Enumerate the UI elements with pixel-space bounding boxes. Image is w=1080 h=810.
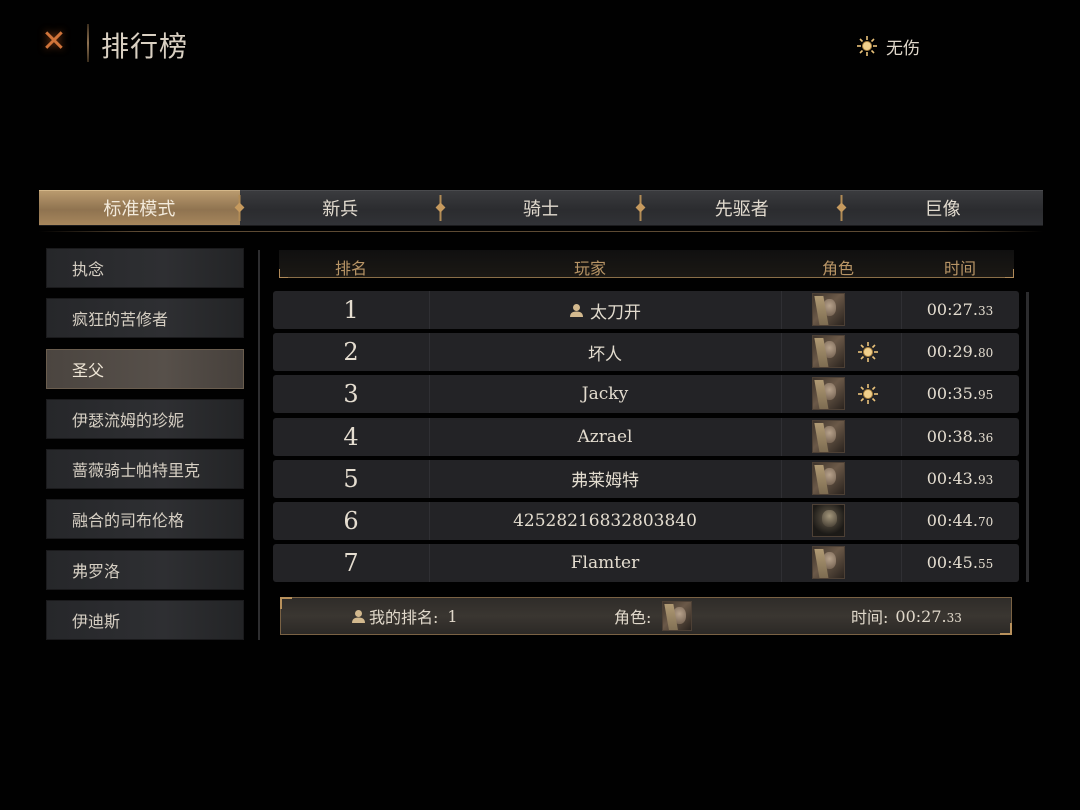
header-divider (87, 24, 89, 62)
time-cell: 00:45.55 (926, 553, 994, 573)
user-icon (570, 303, 583, 317)
player-cell: Jacky (429, 375, 782, 414)
character-cell (781, 459, 902, 498)
tab-standard-mode[interactable]: 标准模式 (39, 190, 240, 226)
boss-item[interactable]: 伊迪斯 (46, 600, 244, 641)
boss-item[interactable]: 蔷薇骑士帕特里克 (46, 449, 244, 490)
close-x-icon: ✕ (41, 24, 67, 59)
rank-cell: 1 (273, 291, 430, 329)
player-cell: 弗莱姆特 (429, 459, 782, 498)
rank-cell: 6 (273, 501, 430, 540)
table-row[interactable]: 2 坏人 00:29.80 (273, 333, 1019, 372)
sun-icon (858, 384, 878, 405)
my-time-value: 00:27.33 (895, 606, 962, 626)
time-cell: 00:44.70 (926, 510, 994, 530)
character-portrait (812, 419, 845, 453)
player-name: 坏人 (588, 344, 622, 365)
boss-item[interactable]: 融合的司布伦格 (46, 499, 244, 540)
player-name: Azrael (577, 426, 633, 447)
character-cell (781, 501, 902, 540)
player-name: 弗莱姆特 (571, 471, 639, 492)
boss-item-selected[interactable]: 圣父 (46, 348, 244, 389)
rank-cell: 2 (273, 333, 430, 372)
list-divider (258, 250, 260, 640)
time-cell: 00:43.93 (926, 468, 994, 488)
time-cell: 00:35.95 (926, 384, 994, 404)
character-cell (781, 291, 902, 329)
page-title: 排行榜 (101, 30, 189, 63)
boss-item[interactable]: 执念 (46, 248, 244, 288)
my-rank-value: 1 (447, 606, 458, 626)
my-time: 时间: 00:27.33 (851, 598, 962, 634)
column-header-player: 玩家 (573, 259, 607, 278)
tab-pioneer[interactable]: 先驱者 (636, 190, 843, 226)
table-row[interactable]: 4 Azrael 00:38.36 (273, 417, 1019, 456)
close-button[interactable]: ✕ (36, 24, 72, 60)
player-cell: Azrael (429, 417, 782, 456)
tab-knight[interactable]: 骑士 (435, 190, 642, 226)
character-cell (781, 375, 902, 414)
rank-cell: 4 (273, 417, 430, 456)
rank-cell: 5 (273, 459, 430, 498)
character-portrait (812, 503, 845, 537)
my-character-label: 角色: (614, 608, 652, 627)
character-cell (781, 333, 902, 372)
time-cell: 00:38.36 (926, 426, 994, 446)
player-cell: 太刀开 (429, 291, 782, 329)
my-rank: 我的排名: 1 (351, 598, 458, 634)
player-name: Jacky (581, 384, 629, 405)
corner-ornament (1000, 623, 1012, 635)
mode-tabs: 标准模式 新兵 骑士 先驱者 巨像 (39, 190, 1043, 226)
tab-recruit[interactable]: 新兵 (234, 190, 441, 226)
user-icon (352, 609, 365, 623)
corner-ornament (280, 597, 292, 609)
table-row[interactable]: 1 太刀开 00:27.33 (273, 291, 1019, 329)
boss-item[interactable]: 伊瑟流姆的珍妮 (46, 398, 244, 439)
rank-cell: 7 (273, 544, 430, 583)
player-cell: Flamter (429, 544, 782, 583)
time-cell: 00:27.33 (926, 300, 994, 319)
time-cell: 00:29.80 (926, 342, 994, 362)
tabs-divider (39, 231, 1043, 232)
player-cell: 42528216832803840 (429, 501, 782, 540)
column-header-rank: 排名 (334, 259, 368, 278)
leaderboard-rows: 1 太刀开 00:27.33 2 坏人 00:29.80 3 Jacky 00:35.95 4 Az… (273, 291, 1019, 586)
column-header-time: 时间 (943, 259, 977, 278)
table-row[interactable]: 7 Flamter 00:45.55 (273, 544, 1019, 583)
player-name: Flamter (570, 553, 640, 574)
character-portrait (812, 377, 845, 411)
table-row[interactable]: 5 弗莱姆特 00:43.93 (273, 459, 1019, 498)
my-character: 角色: (614, 598, 693, 634)
character-portrait (812, 293, 845, 326)
boss-item[interactable]: 弗罗洛 (46, 549, 244, 590)
player-cell: 坏人 (429, 333, 782, 372)
character-portrait (812, 546, 845, 580)
flawless-legend: 无伤 (856, 33, 920, 59)
character-cell (781, 544, 902, 583)
scrollbar[interactable] (1026, 292, 1029, 582)
column-header-character: 角色 (821, 259, 855, 278)
character-portrait (812, 335, 845, 369)
my-rank-bar: 我的排名: 1 角色: 时间: 00:27.33 (280, 597, 1012, 635)
table-row[interactable]: 6 42528216832803840 00:44.70 (273, 501, 1019, 540)
my-time-label: 时间: (851, 608, 889, 627)
player-name: 太刀开 (590, 302, 641, 323)
character-portrait (662, 601, 693, 631)
rank-cell: 3 (273, 375, 430, 414)
boss-list: 执念 疯狂的苦修者 圣父 伊瑟流姆的珍妮 蔷薇骑士帕特里克 融合的司布伦格 弗罗… (46, 248, 244, 650)
sun-icon (857, 36, 877, 56)
player-name: 42528216832803840 (513, 510, 697, 531)
leaderboard-header: 排名 玩家 角色 时间 (279, 250, 1014, 278)
character-cell (781, 417, 902, 456)
character-portrait (812, 461, 845, 495)
boss-item[interactable]: 疯狂的苦修者 (46, 298, 244, 339)
tab-colossus[interactable]: 巨像 (837, 190, 1043, 226)
flawless-label: 无伤 (886, 38, 920, 59)
table-row[interactable]: 3 Jacky 00:35.95 (273, 375, 1019, 414)
sun-icon (858, 342, 878, 363)
my-rank-label: 我的排名: (369, 608, 439, 627)
